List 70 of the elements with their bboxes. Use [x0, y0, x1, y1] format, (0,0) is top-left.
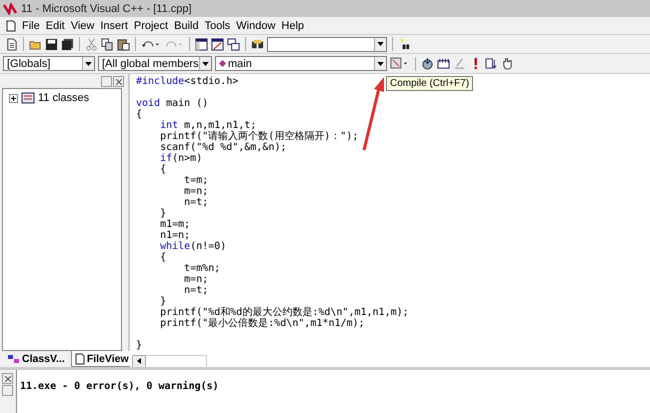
code-line: t=m%n;: [184, 263, 220, 274]
code-line: #include<stdio.h>: [136, 76, 238, 89]
copy-icon[interactable]: [101, 38, 114, 50]
code-line: printf("请输入两个数(用空格隔开)：");: [160, 131, 358, 142]
menu-item[interactable]: View: [68, 20, 98, 32]
menu-item[interactable]: Build: [172, 20, 203, 32]
new-file-icon[interactable]: [5, 38, 18, 50]
save-icon[interactable]: [45, 38, 58, 50]
code-line: }: [160, 208, 166, 219]
close-icon: [4, 376, 10, 382]
build-icon[interactable]: [437, 57, 450, 70]
go-icon[interactable]: [485, 57, 498, 70]
left-arrow-icon: [137, 358, 141, 364]
paste-icon[interactable]: [117, 38, 130, 50]
compile-icon[interactable]: [421, 57, 434, 70]
output-line: 11.exe - 0 error(s), 0 warning(s): [20, 381, 220, 392]
code-line: while(n!=0): [160, 241, 226, 252]
window-title: 11 - Microsoft Visual C++ - [11.cpp]: [21, 2, 192, 14]
code-line: if(n>m): [160, 153, 202, 164]
find-field[interactable]: [267, 36, 387, 52]
filter-combo[interactable]: [All global members: [98, 56, 212, 71]
tooltip: Compile (Ctrl+F7): [386, 76, 474, 91]
hand-icon[interactable]: [501, 57, 514, 70]
code-line: }: [160, 296, 166, 307]
workspace-window-icon[interactable]: [195, 38, 208, 50]
code-line: t=m;: [184, 175, 208, 186]
code-line: void main (): [136, 98, 208, 109]
menu-item[interactable]: File: [20, 20, 44, 32]
wizard-actions-icon[interactable]: [390, 57, 410, 70]
code-line: }: [136, 340, 142, 351]
code-line: {: [160, 164, 166, 175]
class-combo[interactable]: [Globals]: [3, 56, 95, 71]
menu-item[interactable]: Help: [279, 20, 308, 32]
code-line: printf("最小公倍数是:%d\n",m1*n1/m);: [160, 318, 365, 331]
app-icon: [3, 2, 17, 14]
code-line: {: [136, 109, 142, 120]
close-pane-button[interactable]: [113, 76, 124, 87]
windows-list-icon[interactable]: [227, 38, 240, 50]
class-view-icon: [8, 354, 20, 364]
diamond-icon: [219, 60, 226, 67]
close-icon: [116, 78, 122, 84]
tree-item[interactable]: 11 classes: [38, 92, 90, 104]
expand-toggle[interactable]: [9, 94, 18, 102]
save-all-icon[interactable]: [61, 38, 74, 50]
document-icon: [74, 352, 85, 364]
code-line: m1=m;: [160, 219, 190, 230]
code-line: n1=n;: [160, 230, 190, 241]
code-line: printf("%d和%d的最大公约数是:%d\n",m1,n1,m);: [160, 307, 409, 318]
close-pane-button[interactable]: [2, 373, 13, 384]
code-line: m=n;: [184, 186, 208, 197]
document-icon: [6, 20, 16, 32]
code-line: n=t;: [184, 285, 208, 296]
code-line: n=t;: [184, 197, 208, 208]
menu-item[interactable]: Tools: [202, 20, 234, 32]
output-window-icon[interactable]: [211, 38, 224, 50]
menu-item[interactable]: Project: [132, 20, 172, 32]
code-line: m=n;: [184, 274, 208, 285]
code-line: int m,n,m1,n1,t;: [160, 120, 256, 131]
find-in-files-icon[interactable]: [251, 38, 264, 50]
pane-tab[interactable]: ClassV...: [4, 351, 69, 367]
menu-item[interactable]: Edit: [44, 20, 69, 32]
code-line: {: [160, 252, 166, 263]
find-icon[interactable]: [398, 38, 411, 50]
code-line: scanf("%d %d",&m,&n);: [160, 142, 287, 153]
scroll-left-button[interactable]: [132, 354, 146, 368]
member-combo[interactable]: main: [215, 56, 387, 71]
pane-tab[interactable]: FileView: [70, 351, 133, 367]
menu-item[interactable]: Insert: [98, 20, 132, 32]
classes-icon: [21, 92, 35, 104]
menu-item[interactable]: Window: [234, 20, 280, 32]
